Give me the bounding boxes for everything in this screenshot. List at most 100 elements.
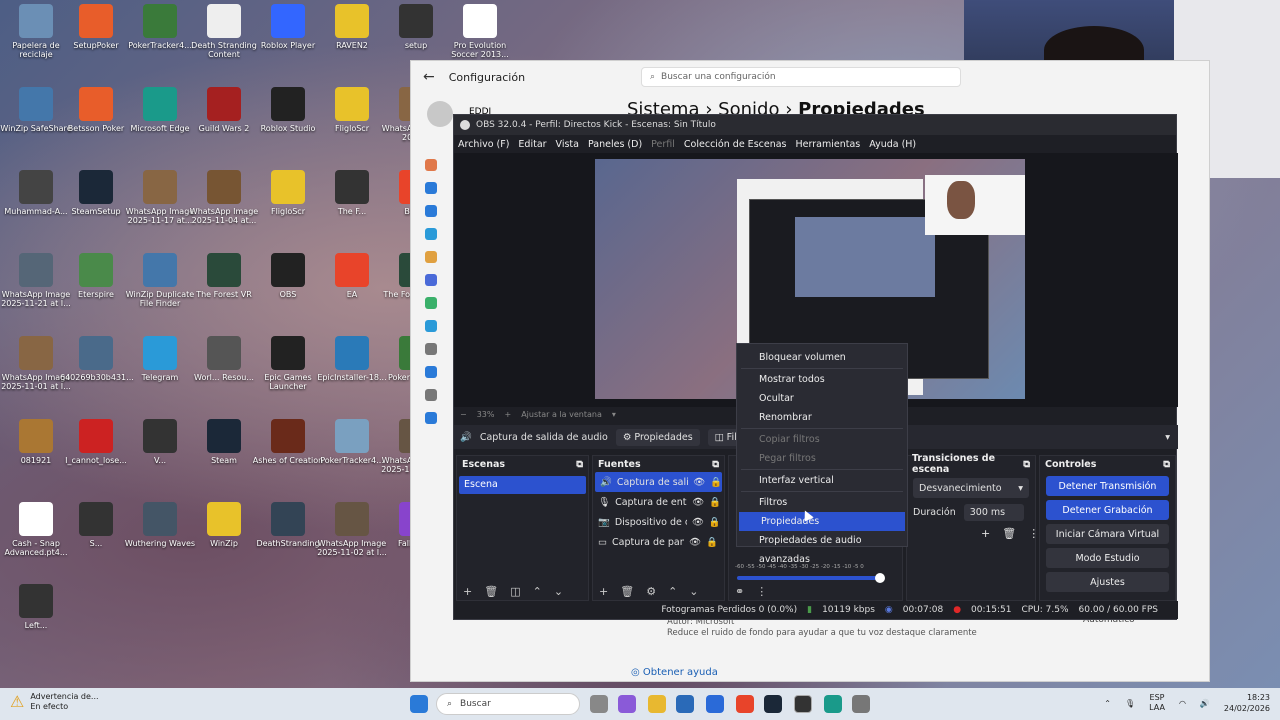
desktop-icon[interactable]: Roblox Studio [252,87,324,133]
menu-filters[interactable]: Filtros [737,493,907,512]
fit-window[interactable]: Ajustar a la ventana [521,410,602,419]
menu-coleccion[interactable]: Colección de Escenas [684,139,787,150]
lock-icon[interactable]: 🔒 [709,497,721,508]
gaming-icon[interactable] [425,343,437,355]
source-properties-button[interactable]: ⚙ Propiedades [615,428,700,446]
personalization-icon[interactable] [425,251,437,263]
desktop-icon[interactable]: PokerTracker4... [316,419,388,465]
menu-editar[interactable]: Editar [518,139,546,150]
desktop-icon[interactable]: FligloScr [316,87,388,133]
desktop-icon[interactable]: Roblox Player [252,4,324,50]
accessibility-icon[interactable] [425,366,437,378]
desktop-icon[interactable]: V... [124,419,196,465]
source-item[interactable]: ▭ Captura de pantalla 👁 🔒 [593,532,724,552]
stop-stream-button[interactable]: Detener Transmisión [1046,476,1169,496]
back-arrow-icon[interactable]: ← [423,69,435,85]
desktop-icon[interactable]: Death Stranding Content [188,4,260,59]
desktop-icon[interactable]: S... [60,502,132,548]
edge-icon[interactable] [824,695,842,713]
brave-icon[interactable] [736,695,754,713]
desktop-icon[interactable]: Microsoft Edge [124,87,196,133]
desktop-icon[interactable]: WinZip [188,502,260,548]
zoom-in-icon[interactable]: + [504,410,511,419]
system-icon[interactable] [425,182,437,194]
eye-icon[interactable]: 👁 [689,537,701,548]
accounts-icon[interactable] [425,297,437,309]
move-up-icon[interactable]: ⌃ [533,585,542,598]
settings-button[interactable]: Ajustes [1046,572,1169,592]
apps-icon[interactable] [425,274,437,286]
eye-icon[interactable]: 👁 [692,497,704,508]
steam-icon[interactable] [764,695,782,713]
desktop-icon[interactable]: SetupPoker [60,4,132,50]
desktop-icon[interactable]: EpicInstaller-18... [316,336,388,382]
lock-icon[interactable]: 🔒 [709,517,721,528]
lock-icon[interactable]: 🔒 [710,477,722,488]
desktop-icon[interactable]: Guild Wars 2 [188,87,260,133]
volume-slider[interactable] [737,576,877,580]
filter-icon[interactable]: ◫ [510,585,520,598]
desktop-icon[interactable]: The Forest VR [188,253,260,299]
undock-icon[interactable]: ⧉ [712,459,719,470]
add-icon[interactable]: + [463,585,472,598]
task-view-icon[interactable] [590,695,608,713]
desktop-icon[interactable]: FligloScr [252,170,324,216]
desktop-icon[interactable]: WhatsApp Image 2025-11-02 at I... [316,502,388,557]
obs-taskbar-icon[interactable] [794,695,812,713]
desktop-icon[interactable]: Telegram [124,336,196,382]
desktop-icon[interactable]: Worl... Resou... [188,336,260,382]
get-help-link[interactable]: ◎ Obtener ayuda [631,667,718,678]
desktop-icon[interactable]: 640269b30b431... [60,336,134,382]
undock-icon[interactable]: ⧉ [1023,459,1030,470]
trash-icon[interactable]: 🗑 [620,585,634,598]
taskbar-search[interactable]: ⌕ Buscar [436,693,580,715]
move-down-icon[interactable]: ⌄ [554,585,563,598]
source-item[interactable]: 📷 Dispositivo de captura de video 👁 🔒 [593,512,724,532]
more-icon[interactable]: ⋮ [756,585,767,598]
volume-icon[interactable]: 🔊 [1200,699,1210,708]
desktop-icon[interactable]: DeathStranding [252,502,324,548]
desktop-icon[interactable]: I_cannot_lose... [60,419,132,465]
move-down-icon[interactable]: ⌄ [689,585,698,598]
menu-hide[interactable]: Ocultar [737,389,907,408]
home-icon[interactable] [425,159,437,171]
menu-properties[interactable]: Propiedades [739,512,905,531]
menu-copy-filters[interactable]: Copiar filtros [737,430,907,449]
undock-icon[interactable]: ⧉ [1163,459,1170,470]
weather-widget[interactable]: ⚠ Advertencia de... En efecto [10,692,99,712]
menu-show-all[interactable]: Mostrar todos [737,370,907,389]
source-item[interactable]: 🔊 Captura de salida de audio 👁 🔒 [595,472,722,492]
desktop-icon[interactable]: setup [380,4,452,50]
desktop-icon[interactable]: WhatsApp Image 2025-11-17 at... [124,170,196,225]
mic-icon[interactable]: 🎙 [1125,699,1135,708]
add-icon[interactable]: + [599,585,608,598]
trash-icon[interactable]: 🗑 [1002,527,1016,540]
desktop-icon[interactable]: The F... [316,170,388,216]
privacy-icon[interactable] [425,389,437,401]
eye-icon[interactable]: 👁 [692,517,704,528]
terminal-icon[interactable] [676,695,694,713]
desktop-icon[interactable]: Betsson Poker [60,87,132,133]
desktop-icon[interactable]: Pro Evolution Soccer 2013... [444,4,516,59]
menu-rename[interactable]: Renombrar [737,408,907,427]
eye-icon[interactable]: 👁 [693,477,705,488]
virtual-camera-button[interactable]: Iniciar Cámara Virtual [1046,524,1169,544]
more-icon[interactable]: ⋮ [1028,527,1039,540]
desktop-icon[interactable]: Steam [188,419,260,465]
update-icon[interactable] [425,412,437,424]
desktop-icon[interactable]: SteamSetup [60,170,132,216]
menu-advanced-audio[interactable]: Propiedades de audio avanzadas [737,531,907,565]
gear-icon[interactable]: ⚙ [646,585,656,598]
add-icon[interactable]: + [981,527,990,540]
link-icon[interactable]: ⚭ [735,585,744,598]
menu-perfil[interactable]: Perfil [651,139,675,150]
volume-handle[interactable] [875,573,885,583]
move-up-icon[interactable]: ⌃ [668,585,677,598]
desktop-icon[interactable]: EA [316,253,388,299]
chevron-down-icon[interactable]: ▾ [612,410,616,419]
menu-ayuda[interactable]: Ayuda (H) [869,139,916,150]
desktop-icon[interactable]: RAVEN2 [316,4,388,50]
settings-search-input[interactable]: ⌕ Buscar una configuración [641,67,961,87]
time-icon[interactable] [425,320,437,332]
transition-select[interactable]: Desvanecimiento ▾ [913,478,1029,498]
